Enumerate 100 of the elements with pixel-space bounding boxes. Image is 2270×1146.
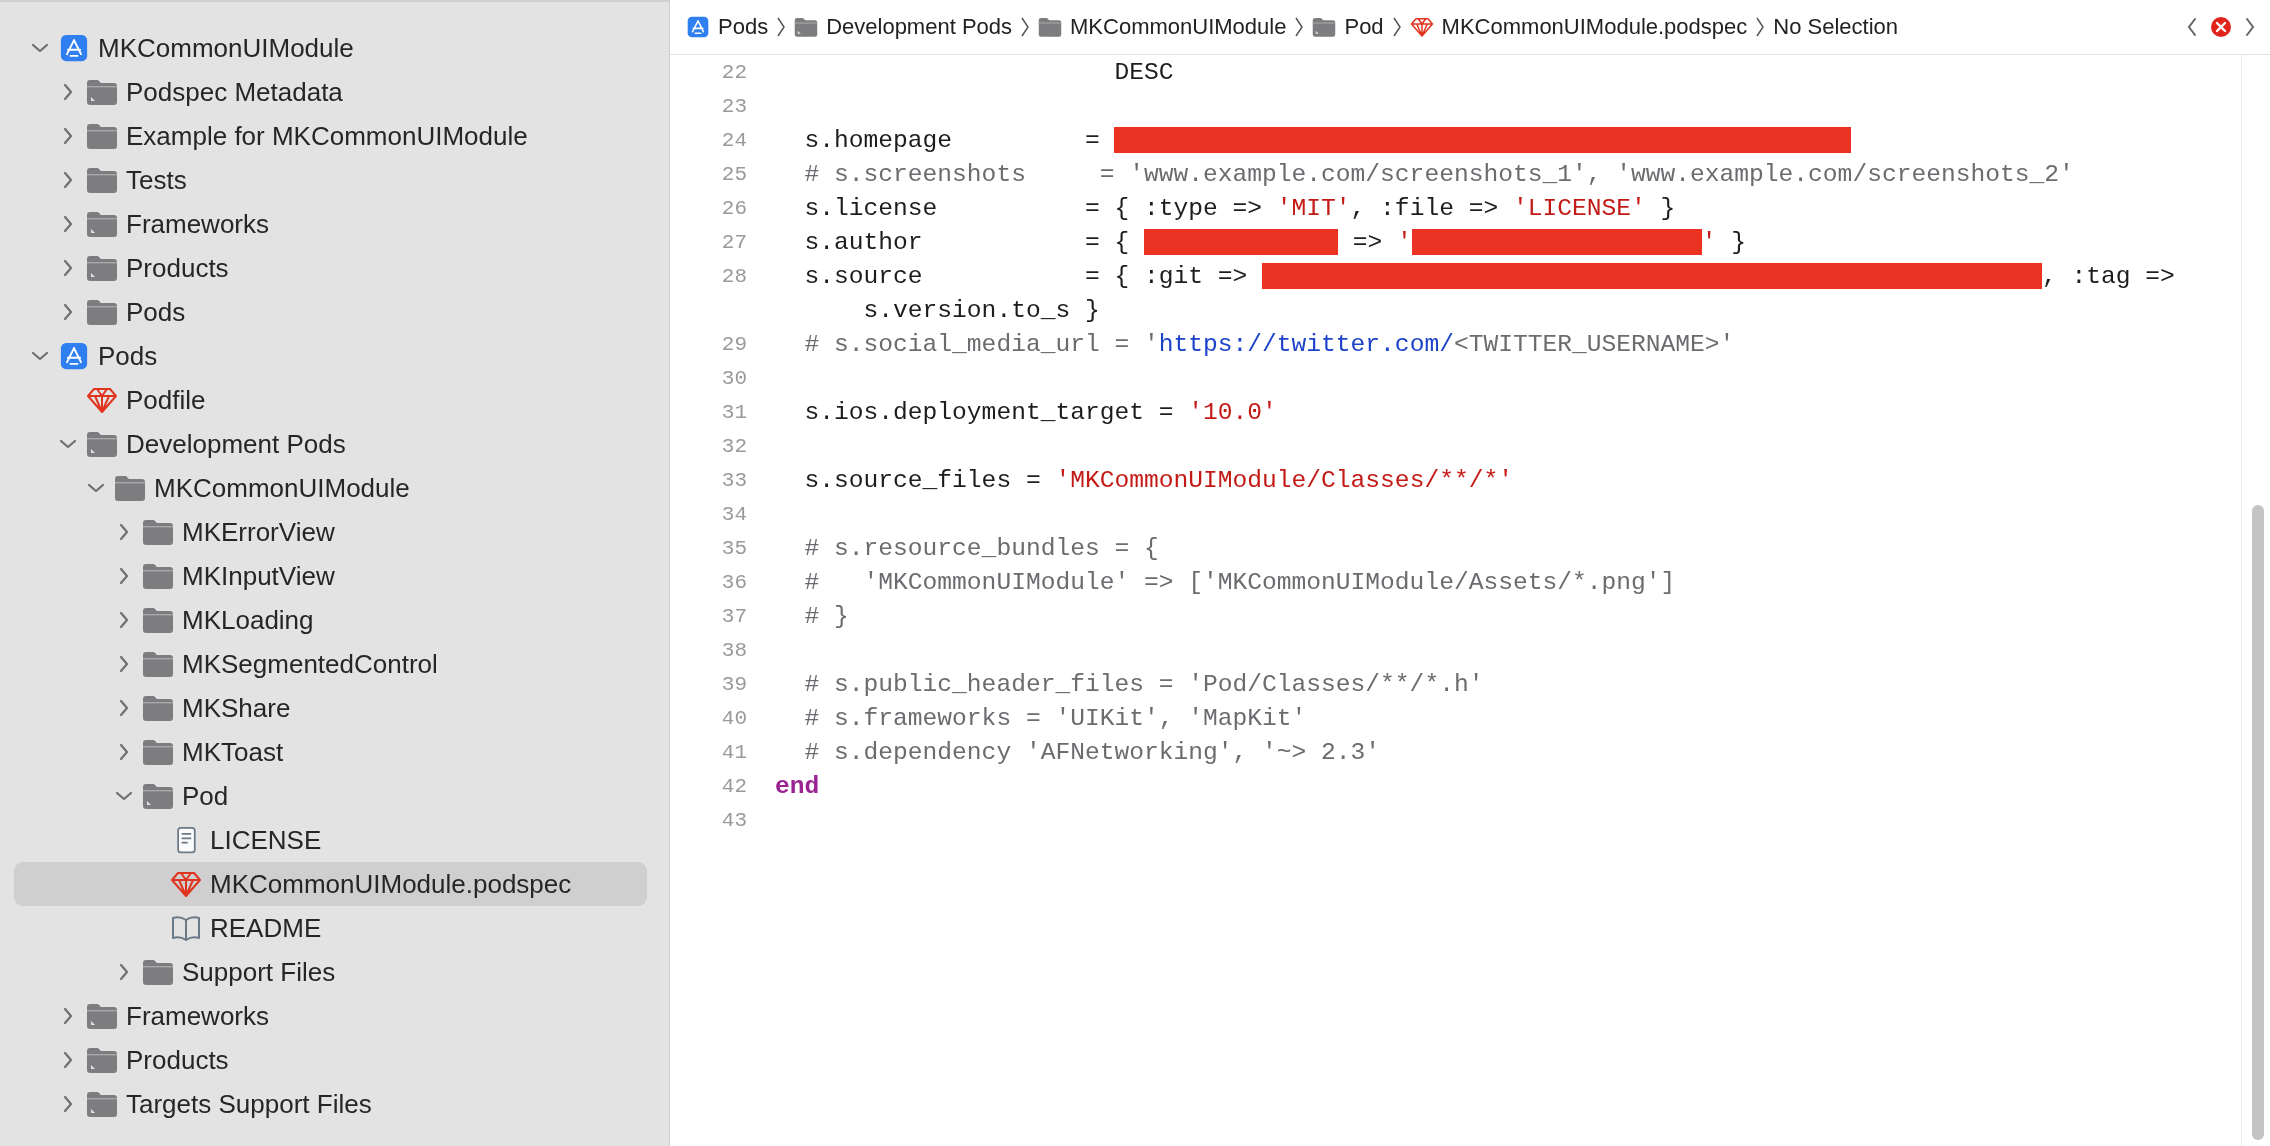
disclosure-chevron-icon[interactable]: [62, 1007, 74, 1025]
folder-icon: [1312, 16, 1337, 38]
tree-item[interactable]: MKLoading: [14, 598, 647, 642]
folder-icon: [1038, 16, 1063, 38]
tree-item[interactable]: Podfile: [14, 378, 647, 422]
forward-icon[interactable]: [2244, 16, 2256, 38]
tree-item[interactable]: Development Pods: [14, 422, 647, 466]
disclosure-chevron-icon[interactable]: [62, 303, 74, 321]
back-icon[interactable]: [2186, 16, 2198, 38]
disclosure-chevron-icon[interactable]: [62, 215, 74, 233]
code-line: # s.resource_bundles = {: [803, 534, 1159, 562]
chevron-icon: [1294, 16, 1305, 38]
path-item[interactable]: Pod: [1312, 14, 1384, 40]
tree-item[interactable]: MKErrorView: [14, 510, 647, 554]
disclosure-chevron-icon[interactable]: [31, 350, 49, 362]
tree-item[interactable]: LICENSE: [14, 818, 647, 862]
line-number: 40: [720, 706, 748, 730]
chevron-icon: [1020, 16, 1031, 38]
disclosure-chevron-icon[interactable]: [31, 42, 49, 54]
folder-icon: [86, 78, 118, 106]
app-icon: [58, 34, 90, 62]
code-line: end: [775, 772, 820, 800]
folder-icon: [86, 1002, 118, 1030]
folder-icon: [86, 298, 118, 326]
tree-item[interactable]: Products: [14, 246, 647, 290]
path-item[interactable]: MKCommonUIModule: [1038, 14, 1287, 40]
line-number: 32: [720, 434, 748, 458]
disclosure-chevron-icon[interactable]: [118, 567, 130, 585]
disclosure-chevron-icon[interactable]: [62, 1051, 74, 1069]
folder-icon: [794, 16, 819, 38]
path-item[interactable]: MKCommonUIModule.podspec: [1409, 14, 1748, 40]
disclosure-chevron-icon[interactable]: [62, 1095, 74, 1113]
disclosure-chevron-icon[interactable]: [59, 438, 77, 450]
code-line: # }: [803, 602, 849, 630]
tree-item[interactable]: MKShare: [14, 686, 647, 730]
disclosure-chevron-icon[interactable]: [62, 127, 74, 145]
tree-item[interactable]: Podspec Metadata: [14, 70, 647, 114]
disclosure-chevron-icon[interactable]: [87, 482, 105, 494]
app-icon: [58, 342, 90, 370]
tree-item[interactable]: MKToast: [14, 730, 647, 774]
error-icon[interactable]: [2210, 16, 2232, 38]
line-number: 38: [720, 638, 748, 662]
disclosure-chevron-icon[interactable]: [118, 611, 130, 629]
disclosure-chevron-icon[interactable]: [62, 259, 74, 277]
tree-item[interactable]: Pods: [14, 334, 647, 378]
code-line: s.ios.deployment_target = '10.0': [803, 398, 1277, 426]
path-item[interactable]: No Selection: [1773, 14, 1899, 40]
tree-item[interactable]: README: [14, 906, 647, 950]
line-number: 26: [720, 196, 748, 220]
tree-item[interactable]: Products: [14, 1038, 647, 1082]
disclosure-chevron-icon[interactable]: [62, 171, 74, 189]
tree-item[interactable]: Pod: [14, 774, 647, 818]
folder-icon: [142, 518, 174, 546]
line-number: 42: [720, 774, 748, 798]
line-number: 28: [720, 264, 748, 288]
disclosure-chevron-icon[interactable]: [118, 743, 130, 761]
tree-item[interactable]: MKCommonUIModule: [14, 466, 647, 510]
disclosure-chevron-icon[interactable]: [62, 83, 74, 101]
code-line: # 'MKCommonUIModule' => ['MKCommonUIModule/Assets/*.png']: [803, 568, 1676, 596]
line-number: 37: [720, 604, 748, 628]
disclosure-chevron-icon[interactable]: [118, 699, 130, 717]
tree-item[interactable]: Targets Support Files: [14, 1082, 647, 1126]
code-line: # s.public_header_files = 'Pod/Classes/**/*.h': [803, 670, 1484, 698]
gem-icon: [1409, 16, 1434, 38]
tree-item[interactable]: MKInputView: [14, 554, 647, 598]
line-number: 43: [720, 808, 748, 832]
path-item[interactable]: Development Pods: [794, 14, 1013, 40]
chevron-icon: [1391, 16, 1402, 38]
disclosure-chevron-icon[interactable]: [115, 790, 133, 802]
line-number: 31: [720, 400, 748, 424]
folder-icon: [86, 166, 118, 194]
path-item[interactable]: Pods: [686, 14, 769, 40]
tree-item[interactable]: MKSegmentedControl: [14, 642, 647, 686]
disclosure-chevron-icon[interactable]: [118, 523, 130, 541]
code-line: s.license = { :type => 'MIT', :file => 'LICENSE' }: [803, 194, 1676, 222]
chevron-icon: [1755, 16, 1766, 38]
disclosure-chevron-icon[interactable]: [118, 655, 130, 673]
folder-icon: [142, 738, 174, 766]
tree-item[interactable]: Support Files: [14, 950, 647, 994]
book-icon: [170, 914, 202, 942]
tree-item[interactable]: Example for MKCommonUIModule: [14, 114, 647, 158]
tree-item[interactable]: Pods: [14, 290, 647, 334]
folder-icon: [142, 562, 174, 590]
tree-item[interactable]: Frameworks: [14, 202, 647, 246]
tree-item[interactable]: Tests: [14, 158, 647, 202]
tree-item[interactable]: MKCommonUIModule: [14, 26, 647, 70]
code-line: # s.social_media_url = 'https://twitter.com/<TWITTER_USERNAME>': [803, 330, 1735, 358]
line-number: 36: [720, 570, 748, 594]
folder-icon: [86, 1090, 118, 1118]
line-number: 35: [720, 536, 748, 560]
disclosure-chevron-icon[interactable]: [118, 963, 130, 981]
gem-icon: [170, 870, 202, 898]
code-line: s.source_files = 'MKCommonUIModule/Classes/**/*': [803, 466, 1513, 494]
line-number: 39: [720, 672, 748, 696]
tree-item[interactable]: Frameworks: [14, 994, 647, 1038]
folder-icon: [86, 254, 118, 282]
scrollbar-thumb[interactable]: [2252, 505, 2264, 1140]
line-number: 22: [720, 60, 748, 84]
code-line: s.author = { => ' ' }: [803, 228, 1747, 256]
tree-item[interactable]: MKCommonUIModule.podspec: [14, 862, 647, 906]
